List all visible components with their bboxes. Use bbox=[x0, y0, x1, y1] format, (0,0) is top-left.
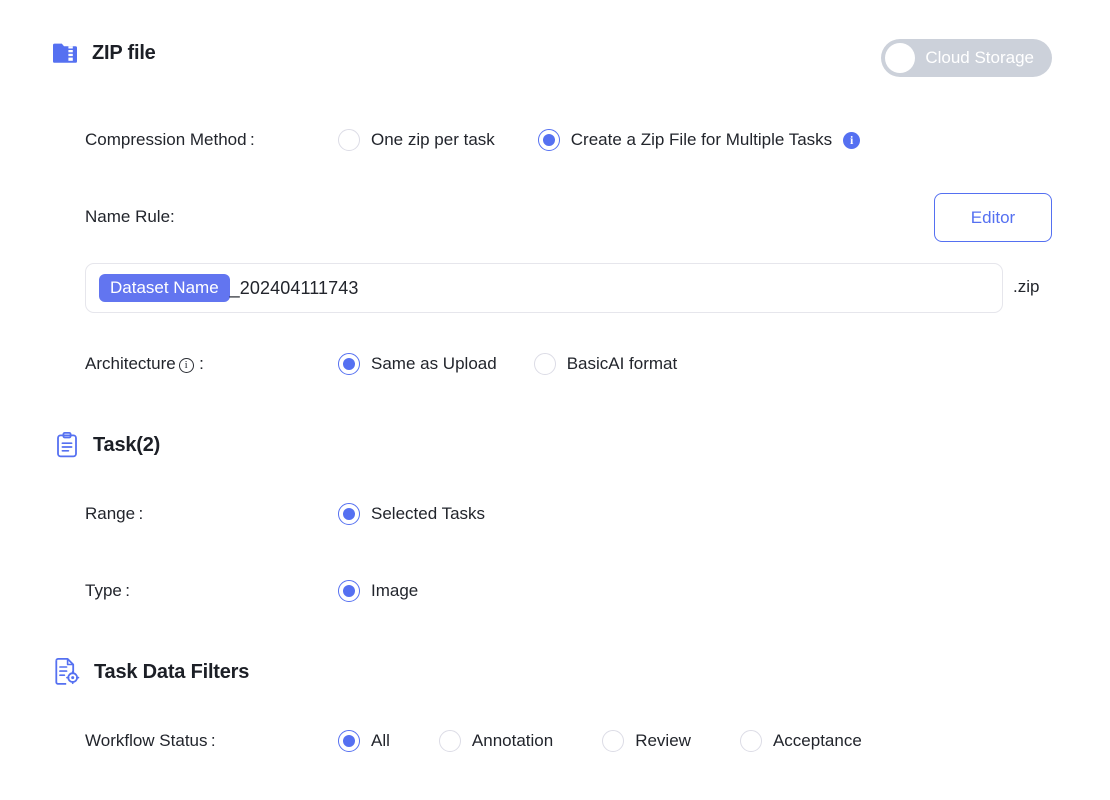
info-outline-icon[interactable]: i bbox=[178, 357, 194, 373]
clipboard-icon bbox=[55, 432, 79, 458]
radio-label: Annotation bbox=[471, 731, 554, 750]
compression-method-label: Compression Method : bbox=[85, 130, 255, 149]
compression-method-row: Compression Method : One zip per task Cr… bbox=[85, 129, 861, 151]
architecture-label: Architecture i : bbox=[85, 354, 338, 374]
zip-file-section-header: ZIP file bbox=[52, 40, 156, 66]
zip-file-icon bbox=[52, 40, 78, 66]
name-rule-value: _202404111743 bbox=[229, 277, 359, 298]
radio-basicai-format[interactable]: BasicAI format bbox=[533, 353, 678, 375]
radio-image-type[interactable]: Image bbox=[338, 580, 418, 602]
architecture-row: Architecture i : Same as Upload BasicAI … bbox=[85, 353, 677, 375]
radio-same-as-upload[interactable]: Same as Upload bbox=[338, 353, 497, 375]
radio-label: Selected Tasks bbox=[371, 504, 486, 523]
radio-circle bbox=[533, 353, 556, 375]
dataset-name-token[interactable]: Dataset Name bbox=[99, 273, 230, 303]
radio-circle bbox=[338, 503, 360, 525]
radio-circle bbox=[338, 580, 360, 602]
radio-one-zip-per-task[interactable]: One zip per task bbox=[338, 129, 495, 151]
range-row: Range : Selected Tasks bbox=[85, 503, 485, 525]
cloud-storage-toggle[interactable]: Cloud Storage bbox=[881, 39, 1052, 77]
radio-label: Image bbox=[371, 581, 419, 600]
editor-button[interactable]: Editor bbox=[934, 193, 1052, 242]
info-filled-icon[interactable]: i bbox=[843, 131, 861, 149]
name-rule-label: Name Rule: bbox=[85, 207, 175, 226]
radio-circle bbox=[739, 730, 762, 752]
type-label: Type : bbox=[85, 581, 130, 600]
radio-label: Acceptance bbox=[772, 731, 862, 750]
workflow-status-row: Workflow Status : All Annotation Review … bbox=[85, 730, 862, 752]
radio-create-zip-multiple-tasks[interactable]: Create a Zip File for Multiple Tasks i bbox=[537, 129, 861, 151]
task-data-filters-header: Task Data Filters bbox=[53, 658, 249, 686]
page-title: ZIP file bbox=[92, 41, 156, 64]
radio-status-all[interactable]: All bbox=[338, 730, 390, 752]
toggle-knob bbox=[885, 43, 916, 73]
name-rule-input[interactable]: Dataset Name _202404111743 bbox=[85, 263, 1003, 313]
radio-circle bbox=[338, 730, 360, 752]
radio-label: One zip per task bbox=[371, 130, 495, 149]
type-row: Type : Image bbox=[85, 580, 418, 602]
radio-circle bbox=[537, 129, 560, 151]
radio-circle bbox=[602, 730, 625, 752]
document-settings-icon bbox=[53, 658, 80, 686]
radio-label: BasicAI format bbox=[566, 354, 678, 373]
range-label: Range : bbox=[85, 504, 144, 523]
radio-status-acceptance[interactable]: Acceptance bbox=[739, 730, 862, 752]
architecture-colon: : bbox=[195, 354, 204, 373]
radio-selected-tasks[interactable]: Selected Tasks bbox=[338, 503, 485, 525]
radio-status-review[interactable]: Review bbox=[602, 730, 691, 752]
zip-extension-suffix: .zip bbox=[1013, 277, 1040, 296]
radio-label: All bbox=[371, 731, 390, 750]
radio-label: Same as Upload bbox=[371, 354, 497, 373]
architecture-label-text: Architecture bbox=[85, 354, 176, 373]
cloud-storage-label: Cloud Storage bbox=[925, 48, 1034, 67]
radio-label: Review bbox=[635, 731, 691, 750]
radio-circle bbox=[438, 730, 461, 752]
filters-section-title: Task Data Filters bbox=[94, 660, 250, 683]
radio-circle bbox=[338, 129, 360, 151]
radio-label: Create a Zip File for Multiple Tasks bbox=[570, 130, 833, 149]
workflow-status-label: Workflow Status : bbox=[85, 731, 216, 750]
radio-circle bbox=[338, 353, 360, 375]
radio-status-annotation[interactable]: Annotation bbox=[438, 730, 554, 752]
task-section-header: Task(2) bbox=[55, 432, 160, 458]
task-section-title: Task(2) bbox=[93, 433, 161, 456]
